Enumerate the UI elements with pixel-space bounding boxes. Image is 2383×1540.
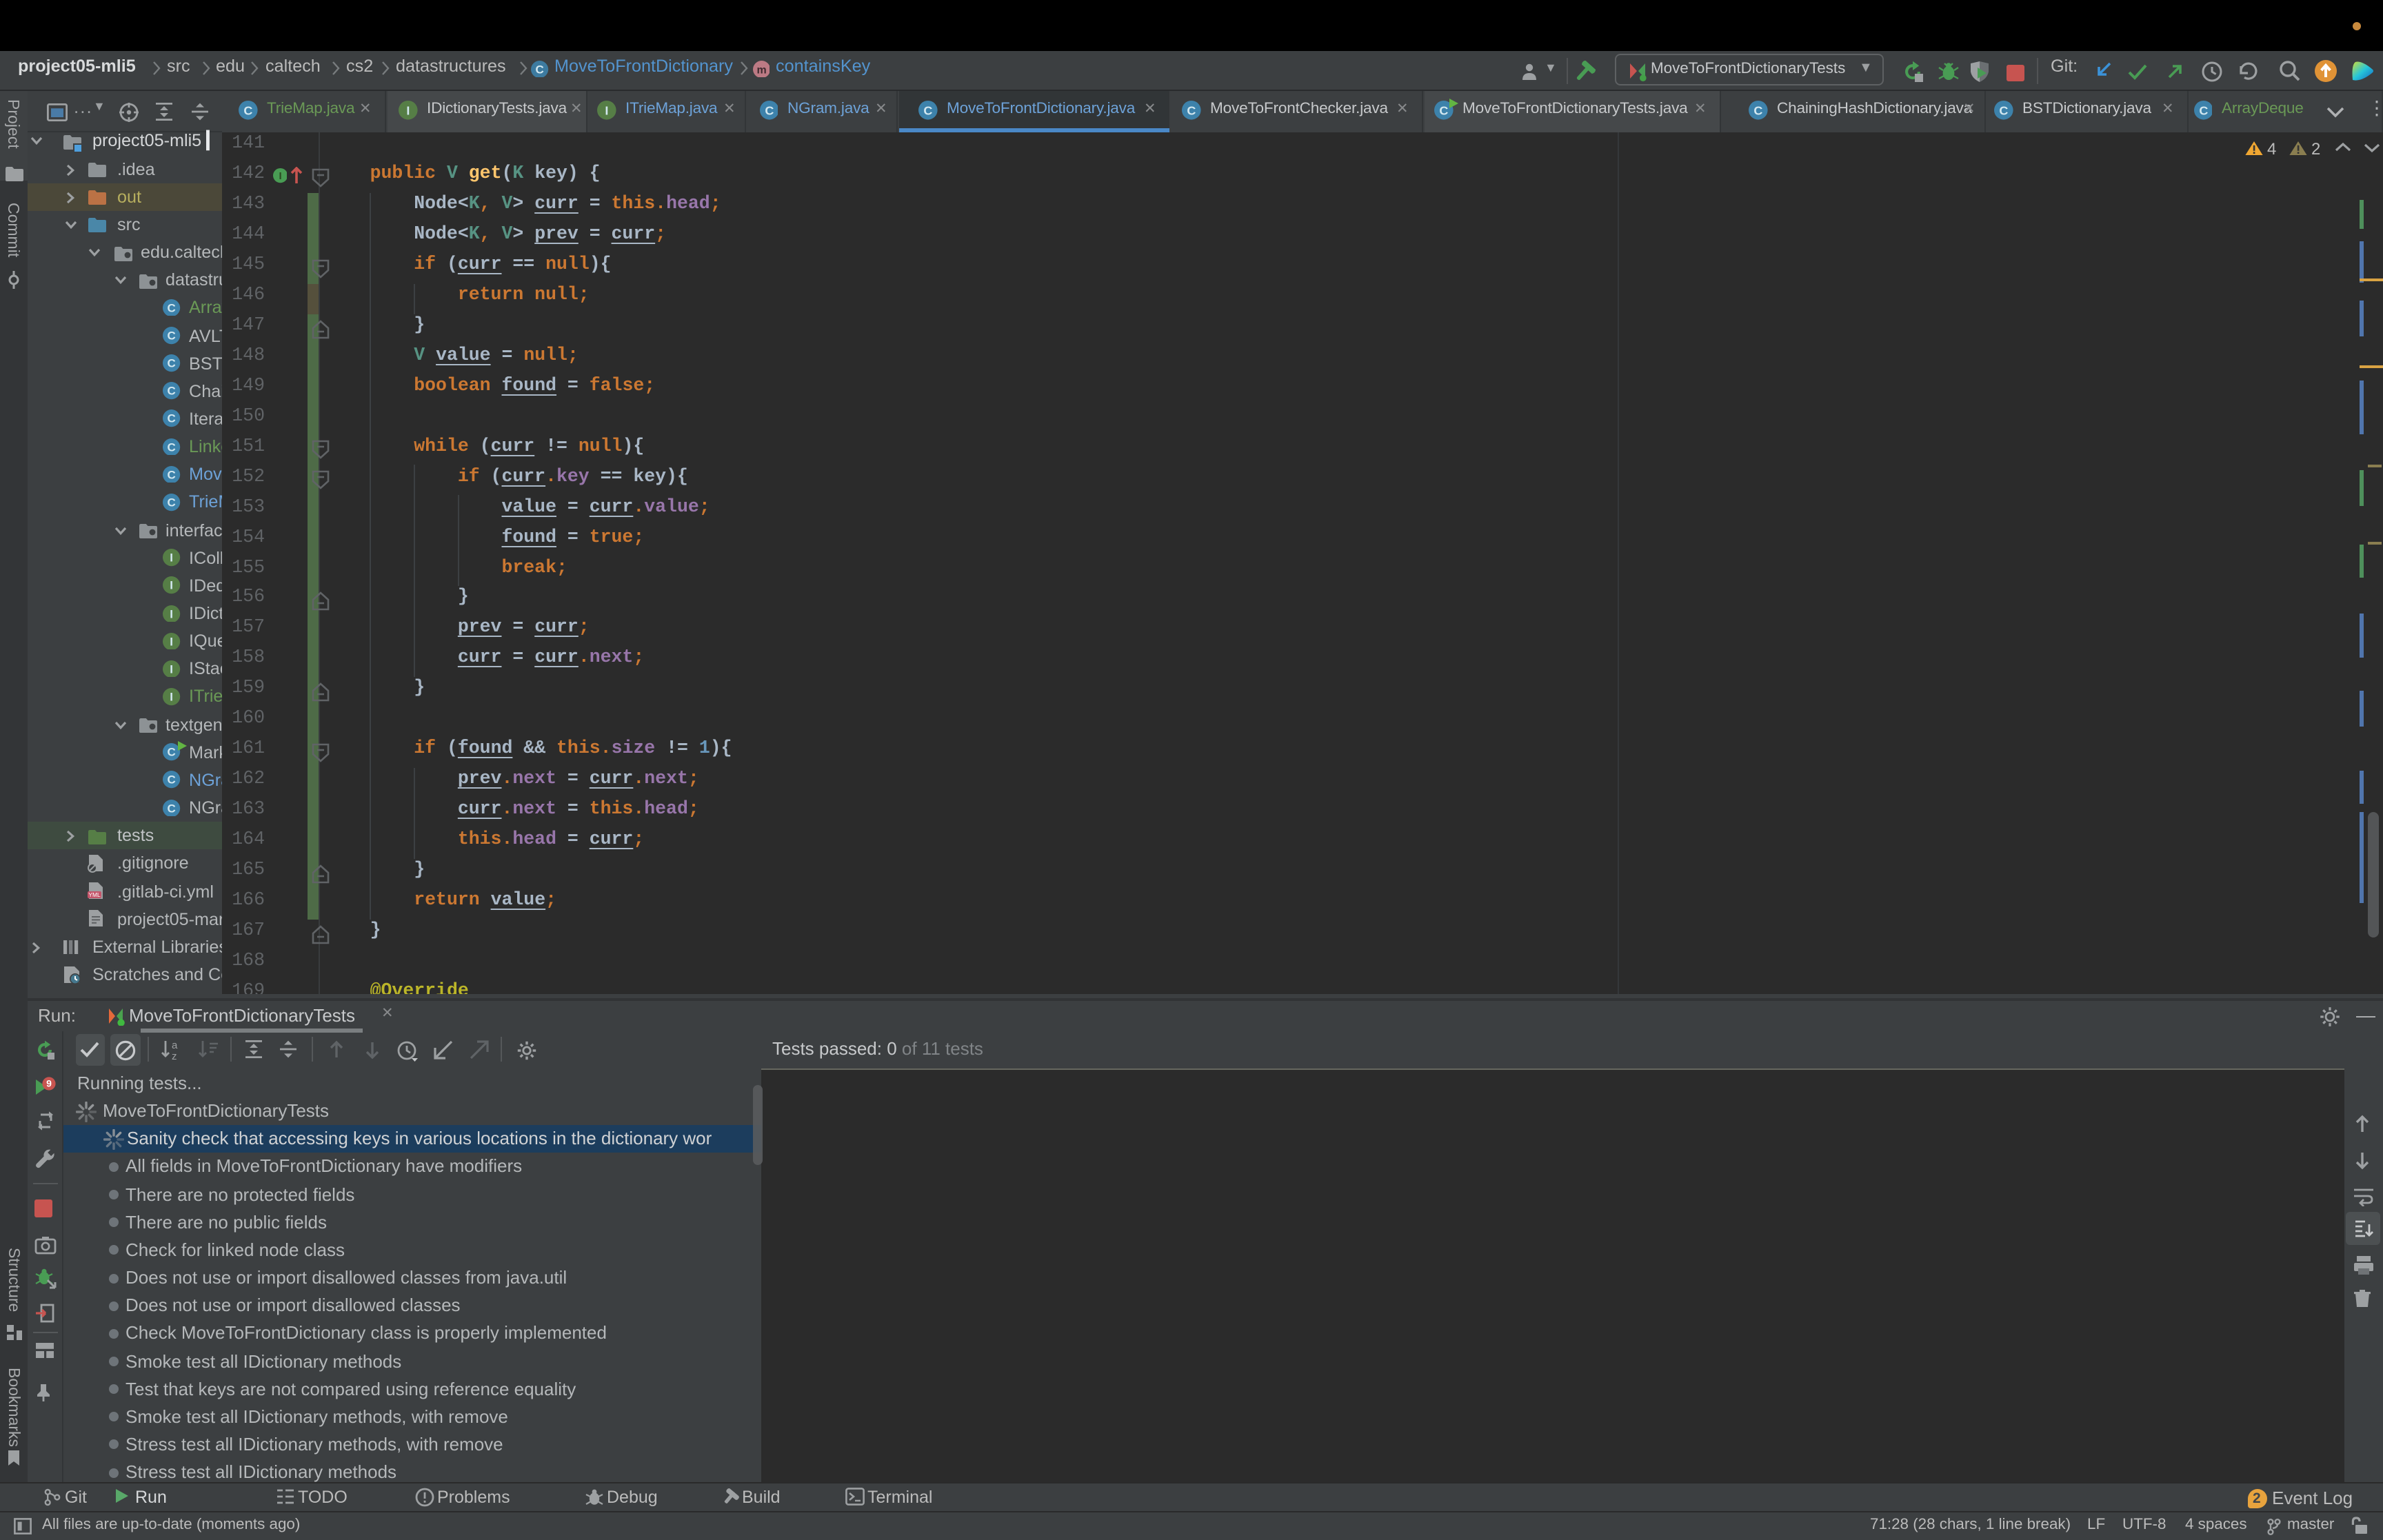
svg-text:C: C — [167, 468, 175, 481]
svg-text:C: C — [167, 746, 175, 759]
svg-text:C: C — [167, 496, 175, 509]
svg-text:C: C — [167, 357, 175, 370]
svg-text:I: I — [170, 607, 173, 620]
svg-text:I: I — [170, 579, 173, 592]
svg-text:9: 9 — [46, 1077, 52, 1088]
svg-text:C: C — [167, 385, 175, 398]
svg-text:C: C — [167, 802, 175, 815]
svg-text:C: C — [167, 301, 175, 314]
svg-text:C: C — [923, 103, 932, 117]
svg-text:I: I — [279, 170, 281, 182]
svg-text:C: C — [1187, 103, 1196, 117]
svg-text:m: m — [756, 63, 765, 75]
svg-text:z: z — [172, 1050, 177, 1060]
svg-text:YML: YML — [88, 891, 101, 898]
svg-text:C: C — [167, 774, 175, 787]
svg-text:C: C — [167, 440, 175, 454]
svg-text:I: I — [170, 551, 173, 565]
svg-text:C: C — [764, 103, 773, 117]
svg-text:C: C — [535, 63, 543, 76]
svg-text:I: I — [406, 103, 410, 117]
svg-text:C: C — [1999, 103, 2008, 117]
svg-text:I: I — [170, 691, 173, 704]
svg-text:I: I — [170, 635, 173, 648]
svg-text:I: I — [605, 103, 608, 117]
svg-text:C: C — [2198, 103, 2207, 117]
svg-text:C: C — [167, 330, 175, 343]
svg-text:a: a — [172, 1039, 178, 1051]
svg-text:C: C — [167, 413, 175, 426]
svg-text:I: I — [170, 662, 173, 676]
svg-text:C: C — [243, 103, 252, 117]
svg-text:C: C — [1753, 103, 1762, 117]
